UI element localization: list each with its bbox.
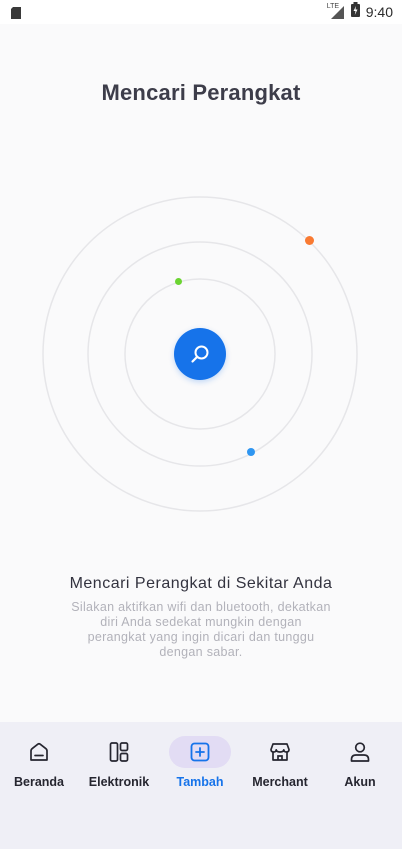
- nav-label-beranda: Beranda: [13, 775, 65, 789]
- nav-label-tambah: Tambah: [176, 775, 224, 789]
- plus-square-icon: [190, 742, 210, 762]
- search-button[interactable]: [174, 328, 226, 380]
- nav-label-merchant: Merchant: [252, 775, 308, 789]
- status-bar: LTE 9:40: [0, 0, 402, 24]
- nav-item-beranda[interactable]: Beranda: [0, 736, 79, 796]
- home-icon: [30, 742, 48, 761]
- grid-icon: [109, 742, 129, 762]
- search-headline: Mencari Perangkat di Sekitar Anda: [69, 575, 333, 592]
- nav-item-tambah[interactable]: Tambah: [160, 736, 240, 796]
- nav-item-merchant[interactable]: Merchant: [240, 736, 320, 796]
- status-time: 9:40: [365, 4, 393, 20]
- user-icon: [350, 742, 370, 762]
- device-dot-green: [175, 278, 182, 285]
- store-icon: [270, 743, 290, 761]
- page-title: Mencari Perangkat: [101, 80, 301, 105]
- device-dot-orange: [305, 236, 314, 245]
- nav-item-akun[interactable]: Akun: [320, 736, 400, 796]
- search-description: Silakan aktifkan wifi dan bluetooth, dek…: [71, 600, 331, 659]
- search-icon: [191, 345, 209, 363]
- signal-icon: LTE: [326, 3, 345, 20]
- device-dot-blue: [247, 448, 255, 456]
- active-pill: [169, 736, 231, 768]
- network-type: LTE: [326, 3, 340, 10]
- battery-icon: [350, 2, 360, 22]
- nav-label-elektronik: Elektronik: [88, 775, 150, 789]
- nav-label-akun: Akun: [344, 775, 376, 789]
- sd-card-icon: [11, 6, 21, 24]
- nav-item-elektronik[interactable]: Elektronik: [79, 736, 159, 796]
